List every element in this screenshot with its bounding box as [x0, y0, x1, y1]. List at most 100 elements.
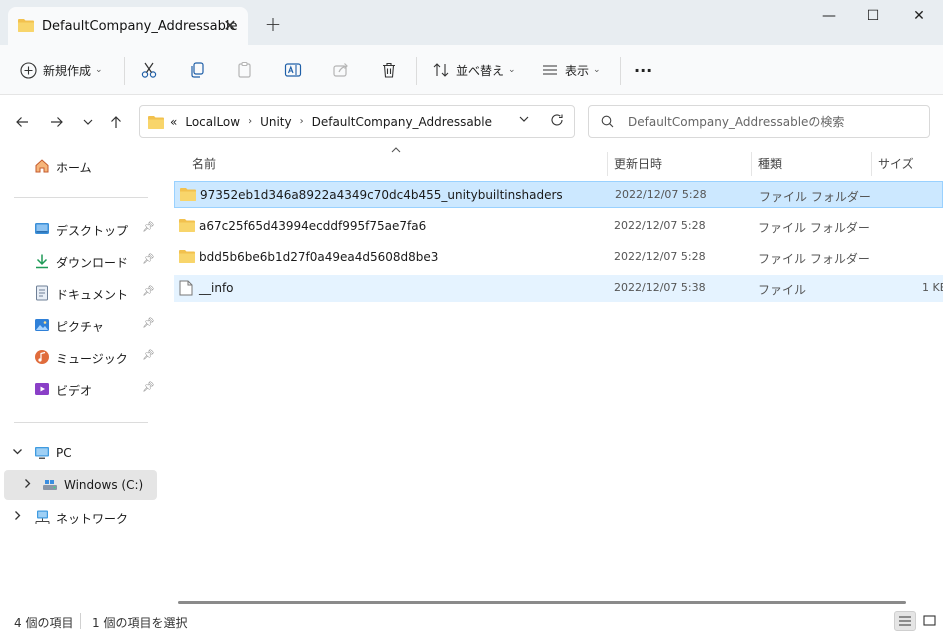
- forward-arrow-icon[interactable]: [45, 110, 69, 134]
- back-arrow-icon[interactable]: [10, 110, 34, 134]
- search-input[interactable]: DefaultCompany_Addressableの検索: [588, 105, 930, 138]
- paste-button[interactable]: [236, 54, 254, 86]
- rename-icon: [284, 63, 302, 77]
- file-icon: [179, 280, 193, 296]
- breadcrumb-item-current[interactable]: DefaultCompany_Addressable: [312, 115, 492, 129]
- file-row[interactable]: bdd5b6be6b1d27f0a49ea4d5608d8be3 2022/12…: [174, 244, 943, 271]
- breadcrumb-item-locallow[interactable]: LocalLow: [185, 115, 240, 129]
- copy-button[interactable]: [188, 54, 206, 86]
- sidebar-item-network[interactable]: ネットワーク: [0, 502, 158, 532]
- chevron-right-icon[interactable]: [12, 510, 23, 524]
- file-size: 1 KB: [922, 281, 943, 294]
- sidebar-item-home[interactable]: ホーム: [0, 151, 158, 181]
- tiles-view-button[interactable]: [918, 611, 940, 631]
- sidebar-item-downloads[interactable]: ダウンロード 📌︎: [0, 246, 158, 276]
- column-divider[interactable]: [871, 152, 872, 176]
- pin-icon: 📌︎: [142, 286, 155, 297]
- copy-icon: [191, 62, 204, 78]
- sidebar-item-label: ビデオ: [56, 384, 93, 398]
- sidebar-item-label: デスクトップ: [56, 224, 129, 238]
- network-icon: [35, 510, 50, 524]
- pin-icon: 📌︎: [142, 350, 155, 361]
- column-header-type[interactable]: 種類: [758, 155, 782, 172]
- status-bar: 4 個の項目 1 個の項目を選択: [0, 607, 943, 634]
- file-row[interactable]: a67c25f65d43994ecddf995f75ae7fa6 2022/12…: [174, 213, 943, 240]
- file-name: 97352eb1d346a8922a4349c70dc4b455_unitybu…: [200, 188, 563, 202]
- folder-icon: [179, 219, 195, 232]
- sidebar-item-videos[interactable]: ビデオ 📌︎: [0, 374, 158, 404]
- sort-button[interactable]: 並べ替え ⌄: [432, 54, 516, 86]
- minimize-button[interactable]: —: [806, 0, 852, 32]
- cut-button[interactable]: [140, 54, 158, 86]
- title-bar: DefaultCompany_Addressable ✕ + — ☐ ✕: [0, 0, 943, 45]
- share-icon: [333, 63, 348, 77]
- sort-arrows-icon: [433, 63, 449, 77]
- chevron-down-icon: ⌄: [508, 65, 516, 75]
- refresh-icon[interactable]: [550, 113, 564, 130]
- file-type: ファイル フォルダー: [758, 252, 870, 266]
- more-options-button[interactable]: ···: [634, 54, 652, 86]
- close-tab-icon[interactable]: ✕: [222, 16, 238, 35]
- navigation-bar: « LocalLow › Unity › DefaultCompany_Addr…: [0, 95, 943, 147]
- breadcrumb-item-unity[interactable]: Unity: [260, 115, 292, 129]
- delete-button[interactable]: [380, 54, 398, 86]
- pin-icon: 📌︎: [142, 382, 155, 393]
- file-explorer-window: DefaultCompany_Addressable ✕ + — ☐ ✕ 新規作…: [0, 0, 943, 634]
- recent-chevron-icon[interactable]: [76, 110, 100, 134]
- sidebar-item-pictures[interactable]: ピクチャ 📌︎: [0, 310, 158, 340]
- tiles-view-icon: [922, 615, 936, 626]
- address-dropdown-icon[interactable]: [518, 113, 530, 128]
- sidebar-item-label: ピクチャ: [56, 320, 104, 334]
- view-button-label: 表示: [565, 63, 590, 78]
- sidebar-item-label: ホーム: [56, 161, 92, 175]
- selected-count: 1 個の項目を選択: [92, 616, 188, 630]
- horizontal-scrollbar[interactable]: [178, 601, 906, 604]
- sidebar-item-label: ミュージック: [56, 352, 128, 366]
- address-bar[interactable]: « LocalLow › Unity › DefaultCompany_Addr…: [139, 105, 575, 138]
- rename-button[interactable]: [284, 54, 302, 86]
- sidebar-item-label: ネットワーク: [56, 512, 129, 526]
- share-button[interactable]: [332, 54, 350, 86]
- status-divider: [80, 613, 81, 629]
- sidebar-item-desktop[interactable]: デスクトップ 📌︎: [0, 214, 158, 244]
- tab-title: DefaultCompany_Addressable: [42, 18, 238, 34]
- command-bar: 新規作成 ⌄ 並べ替え ⌄ 表示 ⌄ ···: [0, 45, 943, 95]
- maximize-button[interactable]: ☐: [850, 0, 896, 32]
- file-type: ファイル フォルダー: [758, 221, 870, 235]
- scissors-icon: [141, 62, 157, 78]
- tab-current[interactable]: DefaultCompany_Addressable ✕: [8, 7, 248, 45]
- column-header-name[interactable]: 名前: [192, 155, 216, 172]
- details-view-button[interactable]: [894, 611, 916, 631]
- sidebar-item-music[interactable]: ミュージック 📌︎: [0, 342, 158, 372]
- column-header-size[interactable]: サイズ: [878, 155, 914, 172]
- column-divider[interactable]: [607, 152, 608, 176]
- file-row-selected[interactable]: 97352eb1d346a8922a4349c70dc4b455_unitybu…: [174, 181, 943, 208]
- chevron-right-icon[interactable]: [22, 478, 33, 492]
- file-row[interactable]: __info 2022/12/07 5:38 ファイル 1 KB: [174, 275, 943, 302]
- pin-icon: 📌︎: [142, 318, 155, 329]
- file-modified: 2022/12/07 5:28: [615, 188, 707, 201]
- up-arrow-icon[interactable]: [104, 110, 128, 134]
- breadcrumb-overflow[interactable]: «: [170, 115, 177, 129]
- column-divider[interactable]: [751, 152, 752, 176]
- toolbar-divider: [416, 57, 417, 85]
- view-button[interactable]: 表示 ⌄: [541, 54, 601, 86]
- toolbar-divider: [620, 57, 621, 85]
- folder-icon: [148, 115, 164, 129]
- pc-icon: [35, 447, 49, 459]
- sidebar-item-label: Windows (C:): [64, 478, 144, 492]
- close-window-button[interactable]: ✕: [896, 0, 942, 32]
- sidebar-item-pc[interactable]: PC: [0, 438, 158, 468]
- file-modified: 2022/12/07 5:28: [614, 250, 706, 263]
- new-button[interactable]: 新規作成 ⌄: [20, 54, 103, 86]
- documents-icon: [36, 285, 48, 301]
- folder-icon: [179, 250, 195, 263]
- column-header-modified[interactable]: 更新日時: [614, 155, 662, 172]
- chevron-down-icon[interactable]: [12, 446, 23, 460]
- file-modified: 2022/12/07 5:28: [614, 219, 706, 232]
- new-tab-button[interactable]: +: [262, 12, 284, 36]
- sidebar-item-documents[interactable]: ドキュメント 📌︎: [0, 278, 158, 308]
- pin-icon: 📌︎: [142, 254, 155, 265]
- file-name: __info: [199, 281, 234, 295]
- sidebar-item-drive-c[interactable]: Windows (C:): [4, 470, 157, 500]
